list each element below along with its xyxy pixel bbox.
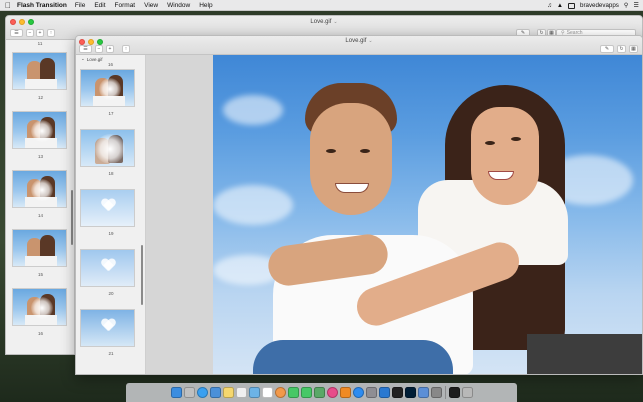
toolbox-button[interactable]: ▦	[629, 45, 638, 53]
zoom-in-button[interactable]: +	[106, 45, 114, 53]
view-menu-button[interactable]: ☰	[10, 29, 23, 37]
chevron-down-icon[interactable]: ⌄	[81, 56, 85, 62]
thumbnail-item[interactable]: 19	[76, 189, 145, 253]
wifi-icon[interactable]: ▲	[557, 2, 563, 9]
preview-icon[interactable]	[248, 387, 260, 398]
reminders-icon[interactable]	[235, 387, 247, 398]
calendar-icon[interactable]	[261, 387, 273, 398]
thumbnail-image	[12, 170, 67, 208]
thumbnail-image	[80, 129, 135, 167]
terminal-icon[interactable]	[391, 387, 403, 398]
search-icon[interactable]: ⚲	[624, 2, 629, 9]
menu-help[interactable]: Help	[199, 2, 212, 9]
finder2-icon[interactable]	[417, 387, 429, 398]
markup-button[interactable]: ✎	[600, 45, 614, 53]
window-title: Love.gif ⌄	[345, 38, 373, 44]
zoom-out-button[interactable]: −	[26, 29, 34, 37]
thumbnail-image	[80, 309, 135, 347]
frame-number: 18	[108, 171, 114, 176]
window-title: Love.gif ⌄	[310, 19, 338, 25]
rotate-button[interactable]: ↻	[617, 45, 626, 53]
frame-number: 21	[108, 351, 114, 356]
ibooks-icon[interactable]	[339, 387, 351, 398]
zoom-in-button[interactable]: +	[36, 29, 44, 37]
frame-number: 12	[37, 95, 43, 100]
front-window-titlebar[interactable]: Love.gif ⌄ ☰ − + ↑ ✎ ↻ ▦	[76, 36, 642, 55]
trash-icon[interactable]	[461, 387, 473, 398]
preferences-icon[interactable]	[365, 387, 377, 398]
thumbnail-item[interactable]: 15	[6, 229, 74, 292]
launchpad-icon[interactable]	[183, 387, 195, 398]
thumbnail-item[interactable]: 21	[76, 309, 145, 374]
safari-icon[interactable]	[196, 387, 208, 398]
share-button[interactable]: ↑	[122, 45, 130, 53]
share-button[interactable]: ↑	[47, 29, 55, 37]
user-name[interactable]: bravedevapps	[580, 2, 619, 9]
chevron-down-icon[interactable]: ⌄	[368, 38, 372, 44]
flash-transition-icon[interactable]	[448, 387, 460, 398]
frame-number: 15	[37, 272, 43, 277]
thumbnail-item[interactable]: 20	[76, 249, 145, 315]
front-window: Love.gif ⌄ ☰ − + ↑ ✎ ↻ ▦ ⌄ Love.gif 16 17…	[75, 35, 643, 375]
app-menu[interactable]: Flash Transition	[17, 2, 67, 9]
thumbnail-image	[12, 288, 67, 326]
thumbnail-image	[12, 52, 67, 90]
thumbnail-item[interactable]: 18	[76, 129, 145, 191]
messages-icon[interactable]	[287, 387, 299, 398]
thumbnail-image	[80, 69, 135, 107]
finder-icon[interactable]	[170, 387, 182, 398]
thumbnail-item[interactable]: 14	[6, 170, 74, 231]
mail-icon[interactable]	[209, 387, 221, 398]
zoom-out-button[interactable]: −	[95, 45, 103, 53]
scrollbar[interactable]	[71, 190, 73, 245]
menu-bar:  Flash Transition File Edit Format View…	[0, 0, 643, 11]
help-icon[interactable]	[430, 387, 442, 398]
appstore-icon[interactable]	[352, 387, 364, 398]
frame-number: 13	[37, 154, 43, 159]
menu-file[interactable]: File	[75, 2, 85, 9]
xcode-icon[interactable]	[378, 387, 390, 398]
thumbnail-image	[80, 189, 135, 227]
menu-format[interactable]: Format	[115, 2, 136, 9]
frame-number: 14	[37, 213, 43, 218]
maps-icon[interactable]	[313, 387, 325, 398]
facetime-icon[interactable]	[300, 387, 312, 398]
chevron-down-icon[interactable]: ⌄	[333, 19, 337, 25]
thumbnail-image	[12, 111, 67, 149]
frame-number: 11	[37, 41, 43, 46]
frame-number: 17	[108, 111, 114, 116]
battery-icon[interactable]	[568, 2, 576, 9]
photoshop-icon[interactable]	[404, 387, 416, 398]
dock-separator	[444, 386, 446, 399]
menu-view[interactable]: View	[144, 2, 158, 9]
notification-icon[interactable]: ☰	[633, 2, 639, 9]
thumbnail-item[interactable]: 12	[6, 48, 74, 109]
scrollbar[interactable]	[141, 245, 143, 305]
thumbnail-image	[12, 229, 67, 267]
thumbnail-sidebar[interactable]: ⌄ Love.gif 16 17 18 19 20 21	[76, 55, 146, 374]
frame-number: 20	[108, 291, 114, 296]
couple-photo	[213, 55, 642, 374]
notes-icon[interactable]	[222, 387, 234, 398]
menu-window[interactable]: Window	[167, 2, 190, 9]
menu-edit[interactable]: Edit	[94, 2, 105, 9]
thumbnail-item[interactable]: 17	[76, 67, 145, 129]
thumbnail-image	[80, 249, 135, 287]
image-canvas[interactable]	[146, 55, 642, 374]
frame-number: 19	[108, 231, 114, 236]
menu-extras: ♫ ▲ bravedevapps ⚲ ☰	[547, 0, 639, 11]
apple-menu-icon[interactable]: 	[4, 1, 12, 10]
itunes-icon[interactable]	[326, 387, 338, 398]
thumbnail-item[interactable]: 16	[6, 288, 74, 353]
volume-icon[interactable]: ♫	[547, 2, 552, 9]
dock	[126, 383, 517, 402]
thumbnail-item[interactable]: 13	[6, 109, 74, 170]
view-menu-button[interactable]: ☰	[79, 45, 92, 53]
photos-icon[interactable]	[274, 387, 286, 398]
thumbnail-sidebar[interactable]: 11 12 13 14 15 16	[6, 40, 75, 354]
frame-number: 16	[37, 331, 43, 336]
